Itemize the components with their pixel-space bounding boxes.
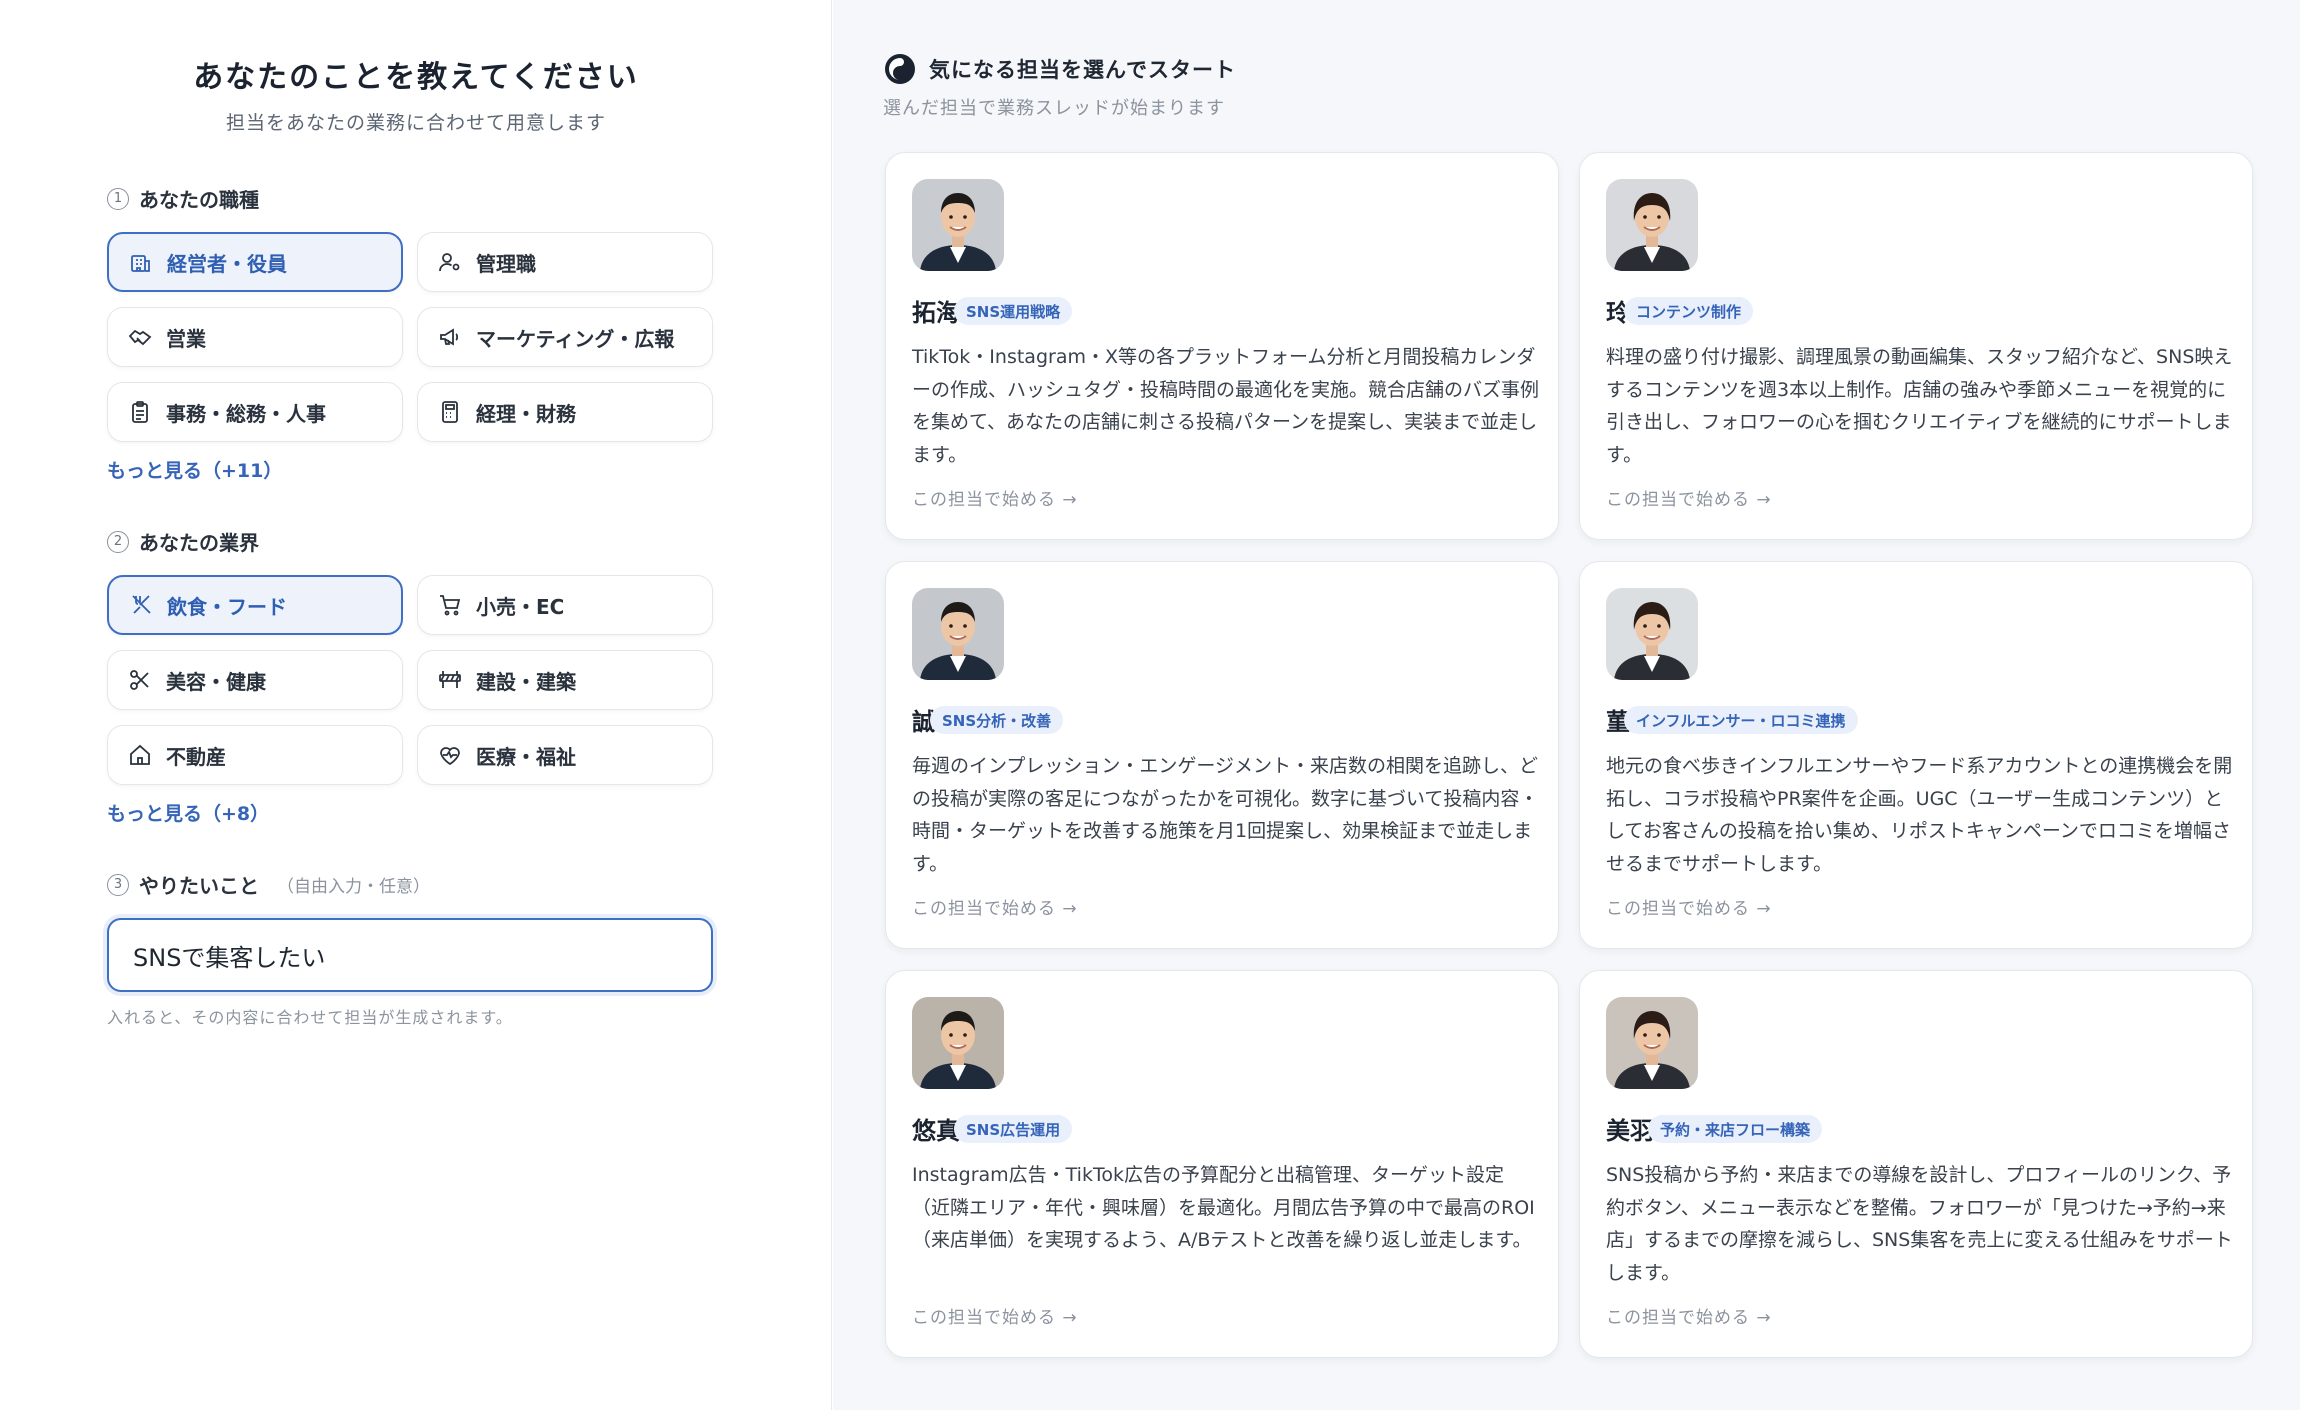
cart-icon <box>438 593 462 617</box>
option-industry-realestate[interactable]: 不動産 <box>107 725 403 785</box>
option-job-sales[interactable]: 営業 <box>107 307 403 367</box>
show-more-industries-link[interactable]: もっと見る（+8） <box>107 799 269 826</box>
avatar <box>912 179 1004 271</box>
start-with-agent-link[interactable]: この担当で始める → <box>1606 894 1772 919</box>
option-job-executive[interactable]: 経営者・役員 <box>107 232 403 292</box>
handshake-icon <box>128 325 152 349</box>
option-industry-medical[interactable]: 医療・福祉 <box>417 725 713 785</box>
option-label: 不動産 <box>166 744 226 769</box>
profile-panel: あなたのことを教えてください 担当をあなたの業務に合わせて用意します 1 あなた… <box>0 0 832 1410</box>
avatar <box>912 997 1004 1089</box>
option-label: マーケティング・広報 <box>476 326 675 351</box>
agent-name: 悠真 <box>912 1117 960 1145</box>
option-industry-beauty[interactable]: 美容・健康 <box>107 650 403 710</box>
step-number: 3 <box>107 873 129 896</box>
role-badge: 予約・来店フロー構築 <box>1648 1115 1823 1143</box>
barrier-icon <box>438 668 462 692</box>
page-subtitle: 担当をあなたの業務に合わせて用意します <box>225 112 606 134</box>
agent-description: TikTok・Instagram・X等の各プラットフォーム分析と月間投稿カレンダ… <box>912 346 1540 466</box>
role-badge: インフルエンサー・ロコミ連携 <box>1624 706 1858 734</box>
agent-description: 地元の食べ歩きインフルエンサーやフード系アカウントとの連携機会を開拓し、コラボ投… <box>1606 755 2233 875</box>
option-label: 管理職 <box>476 251 536 276</box>
agent-description: Instagram広告・TikTok広告の予算配分と出稿管理、ターゲット設定（近… <box>912 1164 1535 1251</box>
section-title: やりたいこと <box>139 874 259 898</box>
start-with-agent-link[interactable]: この担当で始める → <box>912 485 1078 510</box>
start-with-agent-link[interactable]: この担当で始める → <box>912 1303 1078 1328</box>
option-label: 経理・財務 <box>476 401 576 426</box>
scissors-icon <box>128 668 152 692</box>
heart-pulse-icon <box>438 743 462 767</box>
option-label: 経営者・役員 <box>167 251 287 276</box>
avatar <box>1606 588 1698 680</box>
calculator-icon <box>438 400 462 424</box>
option-job-accounting[interactable]: 経理・財務 <box>417 382 713 442</box>
app-logo-icon <box>883 52 917 86</box>
clipboard-icon <box>128 400 152 424</box>
option-job-manager[interactable]: 管理職 <box>417 232 713 292</box>
person-gear-icon <box>438 250 462 274</box>
role-badge: SNS広告運用 <box>954 1115 1073 1143</box>
option-label: 医療・福祉 <box>476 744 576 769</box>
section-industry-label: 2 あなたの業界 <box>107 527 259 556</box>
option-label: 事務・総務・人事 <box>166 401 326 426</box>
agent-card-sumire[interactable]: 菫インフルエンサー・ロコミ連携 地元の食べ歩きインフルエンサーやフード系アカウント… <box>1579 561 2253 949</box>
avatar <box>1606 997 1698 1089</box>
agents-subtitle: 選んだ担当で業務スレッドが始まります <box>883 98 1225 119</box>
agent-description: 料理の盛り付け撮影、調理風景の動画編集、スタッフ紹介など、SNS映えするコンテン… <box>1606 346 2233 466</box>
agent-card-miu[interactable]: 美羽 予約・来店フロー構築 SNS投稿から予約・来店までの導線を設計し、プロフィール… <box>1579 970 2253 1358</box>
section-title: あなたの職種 <box>139 188 259 212</box>
option-label: 美容・健康 <box>166 669 266 694</box>
avatar <box>1606 179 1698 271</box>
option-label: 小売・EC <box>476 594 565 619</box>
start-with-agent-link[interactable]: この担当で始める → <box>912 894 1078 919</box>
agent-card-rei[interactable]: 玲コンテンツ制作 料理の盛り付け撮影、調理風景の動画編集、スタッフ紹介など、SNS… <box>1579 152 2253 540</box>
section-job-label: 1 あなたの職種 <box>107 184 259 213</box>
agent-name: 拓海 <box>912 299 960 327</box>
start-with-agent-link[interactable]: この担当で始める → <box>1606 1303 1772 1328</box>
option-industry-food[interactable]: 飲食・フード <box>107 575 403 635</box>
role-badge: SNS運用戦略 <box>954 297 1073 325</box>
option-industry-construction[interactable]: 建設・建築 <box>417 650 713 710</box>
agent-card-takumi[interactable]: 拓海 SNS運用戦略 TikTok・Instagram・X等の各プラットフォーム分析… <box>885 152 1559 540</box>
agents-title: 気になる担当を選んでスタート <box>929 58 1236 82</box>
start-with-agent-link[interactable]: この担当で始める → <box>1606 485 1772 510</box>
role-badge: コンテンツ制作 <box>1624 297 1754 325</box>
step-number: 2 <box>107 530 129 553</box>
house-icon <box>128 743 152 767</box>
option-job-admin[interactable]: 事務・総務・人事 <box>107 382 403 442</box>
agent-description: 毎週のインプレッション・エンゲージメント・来店数の相関を追跡し、どの投稿が実際の… <box>912 755 1539 875</box>
section-title: あなたの業界 <box>139 531 259 555</box>
role-badge: SNS分析・改善 <box>930 706 1064 734</box>
option-job-marketing[interactable]: マーケティング・広報 <box>417 307 713 367</box>
option-label: 飲食・フード <box>167 594 287 619</box>
option-label: 営業 <box>166 326 206 351</box>
building-icon <box>129 250 153 274</box>
goal-input[interactable] <box>107 918 713 992</box>
section-goal-label: 3 やりたいこと （自由入力・任意） <box>107 870 430 899</box>
step-number: 1 <box>107 187 129 210</box>
goal-hint: 入れると、その内容に合わせて担当が生成されます。 <box>107 1008 513 1027</box>
page-title: あなたのことを教えてください <box>193 60 639 95</box>
option-label: 建設・建築 <box>476 669 576 694</box>
avatar <box>912 588 1004 680</box>
agent-description: SNS投稿から予約・来店までの導線を設計し、プロフィールのリンク、予約ボタン、メ… <box>1606 1164 2233 1284</box>
section-optional-note: （自由入力・任意） <box>277 877 430 897</box>
agent-card-makoto[interactable]: 誠 SNS分析・改善 毎週のインプレッション・エンゲージメント・来店数の相関を追跡し… <box>885 561 1559 949</box>
show-more-jobs-link[interactable]: もっと見る（+11） <box>107 456 282 483</box>
utensils-icon <box>129 593 153 617</box>
agents-header: 気になる担当を選んでスタート <box>883 52 1236 86</box>
megaphone-icon <box>438 325 462 349</box>
agent-card-yuma[interactable]: 悠真 SNS広告運用 Instagram広告・TikTok広告の予算配分と出稿管理、… <box>885 970 1559 1358</box>
option-industry-retail[interactable]: 小売・EC <box>417 575 713 635</box>
agent-name: 美羽 <box>1606 1117 1654 1145</box>
